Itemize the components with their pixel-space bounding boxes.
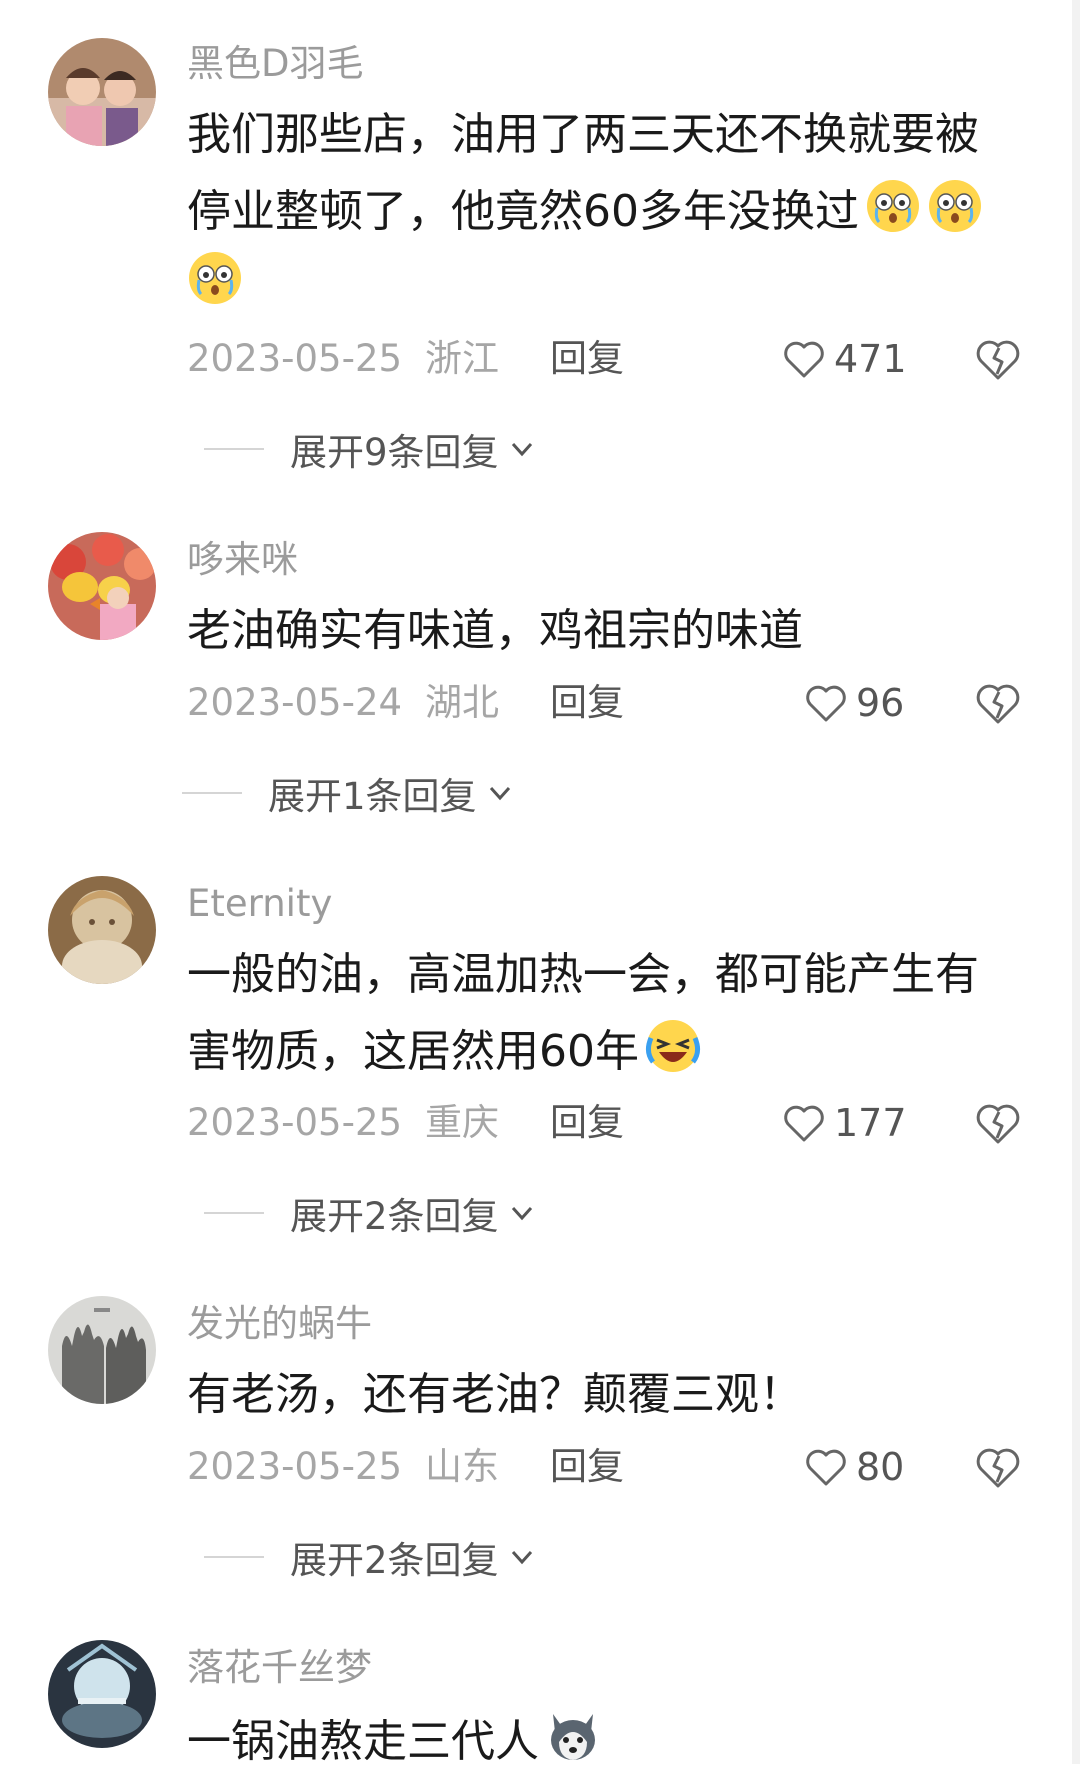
username[interactable]: 黑色D羽毛: [187, 42, 364, 86]
like-count: 177: [834, 1101, 907, 1145]
astonished-cry-emoji: [187, 250, 243, 306]
dislike-button[interactable]: [972, 678, 1024, 728]
comment-region: 山东: [425, 1445, 499, 1488]
comment-date: 2023-05-25: [187, 1101, 403, 1144]
comment-region: 重庆: [425, 1101, 499, 1144]
heart-icon: [806, 685, 846, 722]
like-button[interactable]: 177: [780, 1098, 907, 1148]
laugh-cry-emoji: [645, 1018, 701, 1074]
divider: [204, 1556, 264, 1558]
chevron-down-icon: [489, 786, 510, 801]
comment-text: 有老汤，还有老油？颠覆三观！: [187, 1369, 803, 1420]
comment-text: 一锅油熬走三代人: [187, 1708, 601, 1769]
comment-text: 老油确实有味道，鸡祖宗的味道: [187, 605, 803, 656]
dislike-button[interactable]: [972, 1098, 1024, 1148]
reply-button[interactable]: 回复: [550, 680, 624, 726]
broken-heart-icon: [976, 1448, 1020, 1488]
username[interactable]: 发光的蜗牛: [187, 1302, 372, 1346]
heart-icon: [806, 1449, 846, 1486]
comment-text-line: 害物质，这居然用60年: [187, 1026, 639, 1077]
comment-text-line: 停业整顿了，他竟然60多年没换过: [187, 186, 859, 237]
heart-icon: [784, 1105, 824, 1142]
comment-text-line: 一锅油熬走三代人: [187, 1716, 539, 1767]
expand-replies-label: 展开2条回复: [290, 1539, 499, 1582]
username[interactable]: Eternity: [187, 882, 332, 926]
comment-region: 浙江: [425, 337, 499, 380]
right-edge: [1072, 0, 1080, 1764]
expand-replies[interactable]: 展开9条回复: [204, 424, 539, 474]
avatar[interactable]: [48, 38, 156, 146]
chevron-down-icon: [511, 442, 532, 457]
expand-replies-label: 展开2条回复: [290, 1195, 499, 1238]
husky-emoji: [545, 1708, 601, 1764]
expand-replies-label: 展开1条回复: [268, 775, 477, 818]
astonished-cry-emoji: [927, 178, 983, 234]
comment-text: 停业整顿了，他竟然60多年没换过: [187, 178, 983, 239]
username[interactable]: 落花千丝梦: [187, 1646, 372, 1690]
like-button[interactable]: 471: [780, 334, 907, 384]
divider: [182, 792, 242, 794]
avatar[interactable]: [48, 876, 156, 984]
broken-heart-icon: [976, 1104, 1020, 1144]
divider: [204, 1212, 264, 1214]
comment-date: 2023-05-25: [187, 337, 403, 380]
like-button[interactable]: 96: [802, 678, 904, 728]
expand-replies[interactable]: 展开1条回复: [182, 768, 517, 818]
username[interactable]: 哆来咪: [187, 538, 298, 582]
like-count: 471: [834, 337, 907, 381]
dislike-button[interactable]: [972, 1442, 1024, 1492]
reply-button[interactable]: 回复: [550, 1100, 624, 1146]
avatar[interactable]: [48, 532, 156, 640]
broken-heart-icon: [976, 340, 1020, 380]
reply-button[interactable]: 回复: [550, 1444, 624, 1490]
expand-replies[interactable]: 展开2条回复: [204, 1188, 539, 1238]
chevron-down-icon: [511, 1206, 532, 1221]
comment-text: 害物质，这居然用60年: [187, 1018, 701, 1079]
comment-region: 湖北: [425, 681, 499, 724]
astonished-cry-emoji: [865, 178, 921, 234]
avatar[interactable]: [48, 1296, 156, 1404]
comment-date: 2023-05-24: [187, 681, 403, 724]
like-count: 96: [856, 681, 905, 725]
expand-replies-label: 展开9条回复: [290, 431, 499, 474]
comment-text: 一般的油，高温加热一会，都可能产生有: [187, 949, 979, 1000]
chevron-down-icon: [511, 1550, 532, 1565]
like-button[interactable]: 80: [802, 1442, 904, 1492]
avatar[interactable]: [48, 1640, 156, 1748]
heart-icon: [784, 341, 824, 378]
comment-text: [187, 250, 243, 311]
broken-heart-icon: [976, 684, 1020, 724]
reply-button[interactable]: 回复: [550, 336, 624, 382]
like-count: 80: [856, 1445, 905, 1489]
divider: [204, 448, 264, 450]
expand-replies[interactable]: 展开2条回复: [204, 1532, 539, 1582]
comment-text: 我们那些店，油用了两三天还不换就要被: [187, 109, 979, 160]
dislike-button[interactable]: [972, 334, 1024, 384]
comment-date: 2023-05-25: [187, 1445, 403, 1488]
